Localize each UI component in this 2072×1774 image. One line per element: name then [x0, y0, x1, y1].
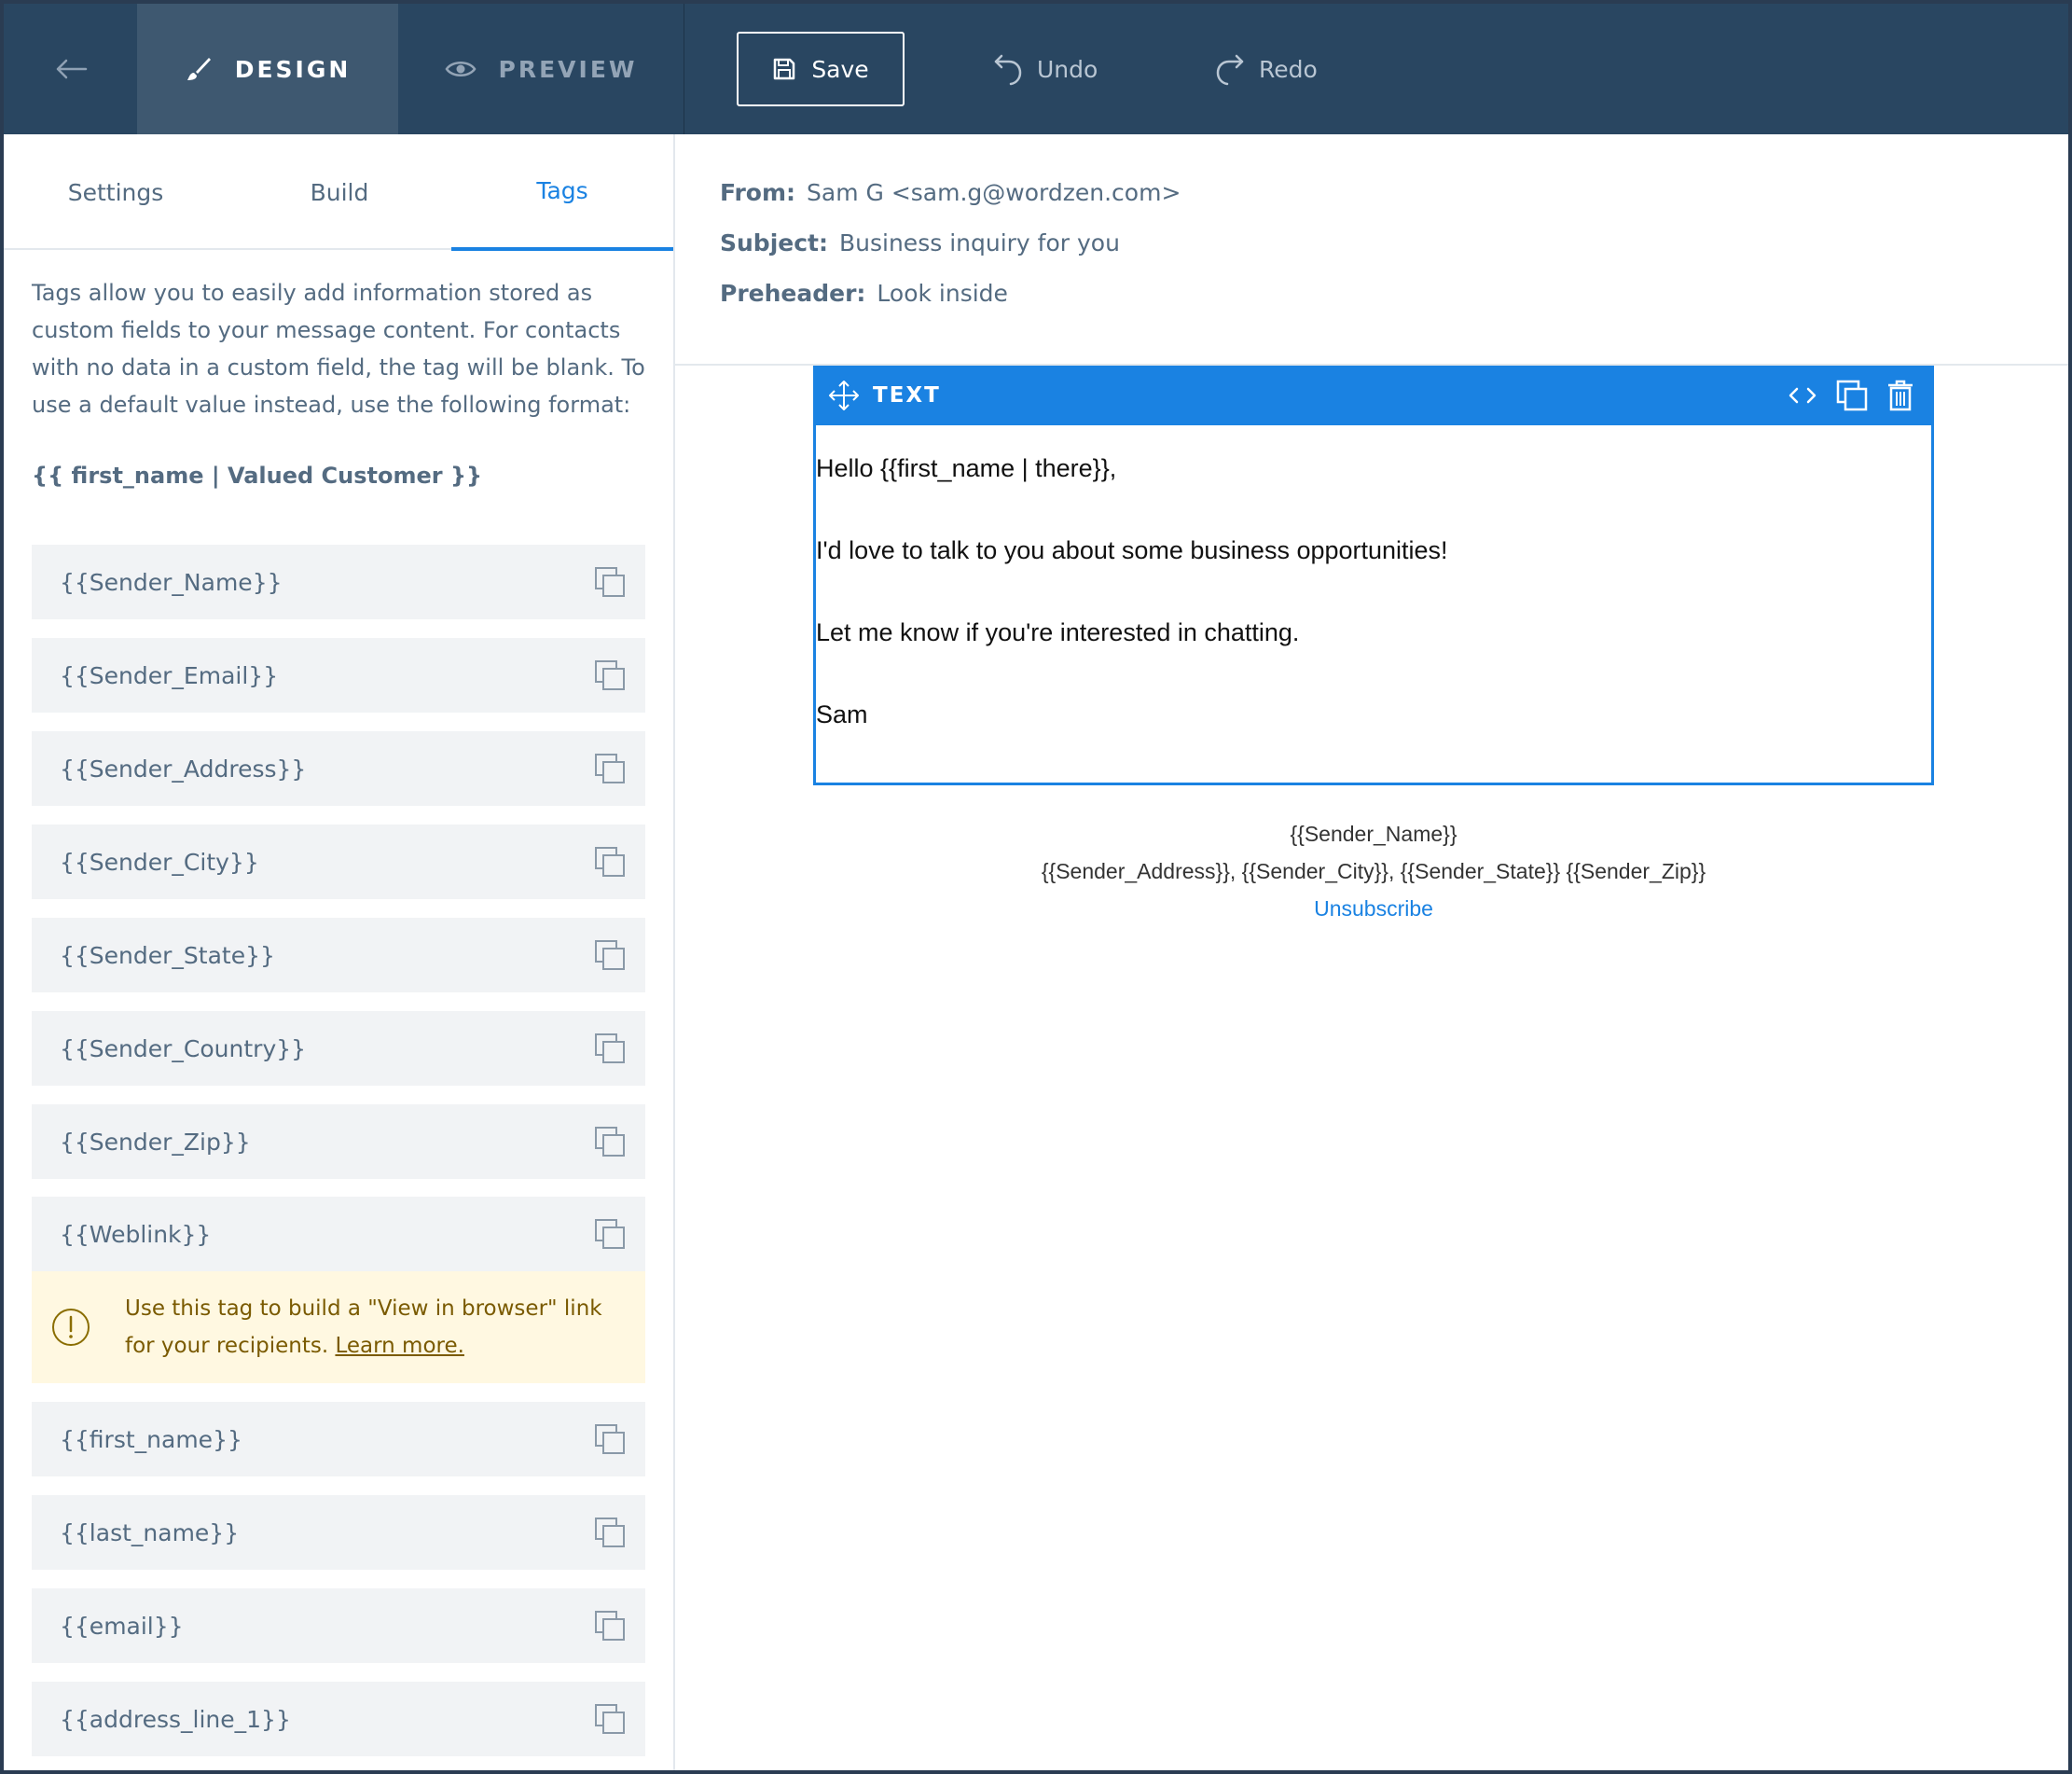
text-line: Sam: [816, 700, 868, 728]
text-line: Let me know if you're interested in chat…: [816, 618, 1300, 646]
text-module[interactable]: TEXT Hello {{first_name | there}}, I'd l…: [813, 366, 1934, 785]
copy-icon[interactable]: [593, 845, 627, 879]
preheader-label: Preheader:: [720, 280, 866, 307]
copy-icon[interactable]: [593, 1032, 627, 1065]
copy-icon[interactable]: [593, 938, 627, 972]
arrow-left-icon: [56, 59, 87, 79]
tag-row[interactable]: {{Sender_State}}: [32, 918, 645, 992]
copy-icon[interactable]: [593, 565, 627, 599]
tag-label: {{first_name}}: [60, 1425, 242, 1453]
preheader-value[interactable]: Look inside: [877, 280, 1008, 307]
module-actions: [1787, 366, 1915, 425]
alert-circle-icon: [52, 1309, 90, 1346]
copy-icon[interactable]: [593, 1422, 627, 1456]
tab-design[interactable]: DESIGN: [137, 4, 398, 134]
tab-design-label: DESIGN: [234, 55, 352, 83]
text-module-content[interactable]: Hello {{first_name | there}}, I'd love t…: [816, 425, 1931, 780]
save-label: Save: [811, 55, 869, 83]
left-panel: Settings Build Tags Tags allow you to ea…: [4, 134, 675, 1770]
tag-row[interactable]: {{Sender_Zip}}: [32, 1104, 645, 1179]
copy-icon[interactable]: [593, 1217, 627, 1251]
tag-row[interactable]: {{Sender_City}}: [32, 825, 645, 899]
tag-row[interactable]: {{Sender_Address}}: [32, 731, 645, 806]
tab-settings[interactable]: Settings: [4, 134, 228, 250]
copy-icon[interactable]: [593, 1702, 627, 1736]
tab-tags[interactable]: Tags: [451, 134, 673, 251]
subject-line: Subject: Business inquiry for you: [720, 229, 1120, 256]
tab-build[interactable]: Build: [228, 134, 451, 250]
tag-row[interactable]: {{last_name}}: [32, 1495, 645, 1570]
tag-row[interactable]: {{email}}: [32, 1588, 645, 1663]
tab-preview[interactable]: PREVIEW: [398, 4, 684, 134]
tab-preview-label: PREVIEW: [498, 55, 638, 83]
from-label: From:: [720, 179, 796, 206]
tag-label: {{Sender_Name}}: [60, 568, 283, 596]
tag-label: {{Sender_Zip}}: [60, 1128, 251, 1156]
tag-label: {{address_line_1}}: [60, 1705, 291, 1733]
email-canvas: From: Sam G <sam.g@wordzen.com> Subject: B…: [675, 134, 2068, 1770]
weblink-note-text: Use this tag to build a "View in browser…: [125, 1290, 610, 1365]
code-icon[interactable]: [1787, 384, 1818, 407]
redo-label: Redo: [1259, 55, 1318, 83]
tag-label: {{email}}: [60, 1612, 184, 1640]
tag-label: {{Sender_City}}: [60, 848, 259, 876]
floppy-disk-icon: [774, 58, 795, 80]
copy-icon[interactable]: [593, 1516, 627, 1549]
text-line: Hello {{first_name | there}},: [816, 454, 1117, 482]
copy-icon[interactable]: [593, 752, 627, 785]
module-type-label: TEXT: [873, 383, 941, 408]
tag-label: {{Sender_Country}}: [60, 1034, 307, 1062]
back-button[interactable]: [4, 4, 137, 134]
copy-icon[interactable]: [593, 1125, 627, 1158]
eye-icon: [445, 62, 477, 76]
save-button[interactable]: Save: [737, 32, 905, 106]
tag-label: {{last_name}}: [60, 1518, 240, 1546]
email-footer[interactable]: {{Sender_Name}} {{Sender_Address}}, {{Se…: [813, 815, 1934, 927]
text-module-toolbar: TEXT: [813, 366, 1934, 425]
subject-label: Subject:: [720, 229, 828, 256]
tags-intro-text: Tags allow you to easily add information…: [32, 280, 645, 418]
tag-row[interactable]: {{Sender_Name}}: [32, 545, 645, 619]
top-toolbar: DESIGN PREVIEW Save Undo Redo: [4, 4, 2068, 134]
unsubscribe-link[interactable]: Unsubscribe: [1314, 896, 1433, 921]
panel-tabs: Settings Build Tags: [4, 134, 673, 251]
copy-icon[interactable]: [593, 658, 627, 692]
tag-row[interactable]: {{first_name}}: [32, 1402, 645, 1476]
tag-label: {{Sender_Email}}: [60, 661, 279, 689]
tag-label: {{Sender_State}}: [60, 941, 275, 969]
undo-label: Undo: [1037, 55, 1098, 83]
redo-icon: [1216, 54, 1244, 86]
preheader-line: Preheader: Look inside: [720, 280, 1008, 307]
footer-sender-address: {{Sender_Address}}, {{Sender_City}}, {{S…: [1041, 859, 1706, 883]
tag-row[interactable]: {{Weblink}}: [32, 1197, 645, 1271]
text-line: I'd love to talk to you about some busin…: [816, 536, 1448, 564]
format-example: {{ first_name | Valued Customer }}: [32, 463, 483, 489]
redo-button[interactable]: Redo: [1214, 32, 1318, 106]
app-window: DESIGN PREVIEW Save Undo Redo Settings B…: [4, 4, 2068, 1770]
move-arrows-icon[interactable]: [828, 380, 860, 411]
trash-icon[interactable]: [1886, 379, 1915, 412]
brush-icon: [186, 58, 211, 80]
footer-sender-name: {{Sender_Name}}: [1290, 822, 1457, 846]
from-line: From: Sam G <sam.g@wordzen.com>: [720, 179, 1181, 206]
from-value[interactable]: Sam G <sam.g@wordzen.com>: [807, 179, 1181, 206]
tag-row[interactable]: {{Sender_Email}}: [32, 638, 645, 713]
subject-value[interactable]: Business inquiry for you: [839, 229, 1120, 256]
learn-more-link[interactable]: Learn more.: [335, 1334, 463, 1358]
duplicate-icon[interactable]: [1835, 379, 1869, 412]
tag-row[interactable]: {{address_line_1}}: [32, 1682, 645, 1756]
tag-row[interactable]: {{Sender_Country}}: [32, 1011, 645, 1086]
undo-icon: [994, 54, 1022, 86]
tag-label: {{Weblink}}: [60, 1220, 212, 1248]
tag-label: {{Sender_Address}}: [60, 755, 307, 783]
weblink-info-note: Use this tag to build a "View in browser…: [32, 1271, 645, 1383]
undo-button[interactable]: Undo: [992, 32, 1098, 106]
copy-icon[interactable]: [593, 1609, 627, 1642]
